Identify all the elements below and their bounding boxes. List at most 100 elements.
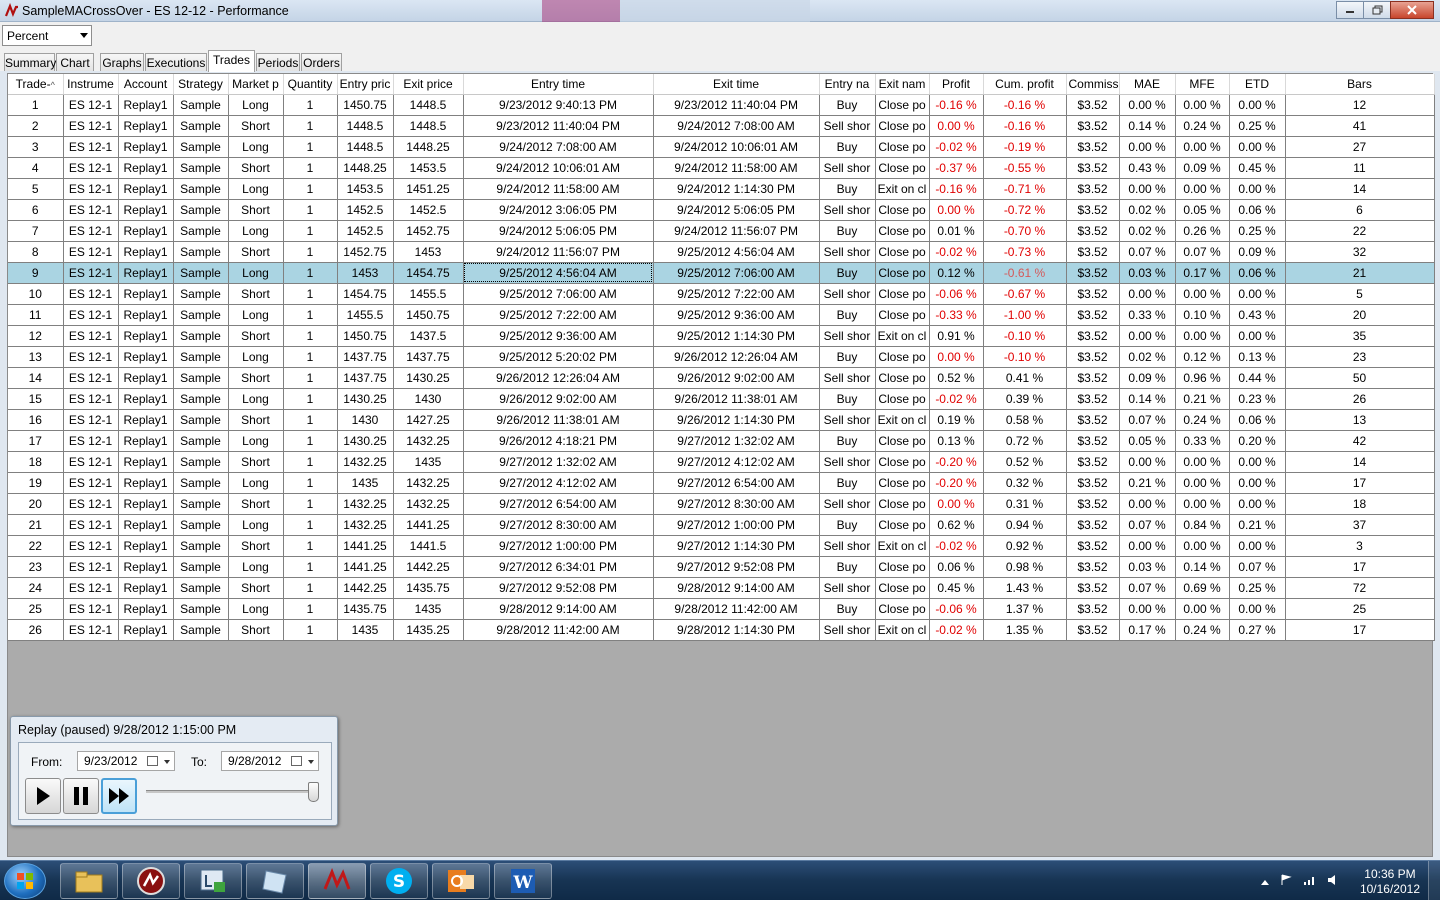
table-cell[interactable]: 1455.5 bbox=[393, 283, 464, 305]
table-cell[interactable]: 41 bbox=[1285, 115, 1435, 137]
table-cell[interactable]: 1435 bbox=[337, 619, 394, 641]
table-cell[interactable]: Close po bbox=[875, 472, 930, 494]
column-header[interactable]: MAE bbox=[1119, 74, 1176, 95]
table-cell[interactable]: ES 12-1 bbox=[63, 409, 119, 431]
table-cell[interactable]: ES 12-1 bbox=[63, 514, 119, 536]
table-cell[interactable]: 1435 bbox=[337, 472, 394, 494]
table-cell[interactable]: -0.10 % bbox=[983, 325, 1067, 347]
table-cell[interactable]: 23 bbox=[1285, 346, 1435, 368]
table-cell[interactable]: 1441.25 bbox=[393, 514, 464, 536]
table-cell[interactable]: Buy bbox=[819, 94, 876, 116]
table-cell[interactable]: $3.52 bbox=[1066, 115, 1120, 137]
table-cell[interactable]: $3.52 bbox=[1066, 346, 1120, 368]
column-header[interactable]: MFE bbox=[1175, 74, 1230, 95]
table-cell[interactable]: Sell shor bbox=[819, 535, 876, 557]
table-cell[interactable]: 1437.5 bbox=[393, 325, 464, 347]
play-button[interactable] bbox=[25, 778, 61, 814]
table-cell[interactable]: 0.84 % bbox=[1175, 514, 1230, 536]
table-cell[interactable]: Replay1 bbox=[118, 157, 174, 179]
table-cell[interactable]: 1430 bbox=[393, 388, 464, 410]
table-cell[interactable]: Sell shor bbox=[819, 283, 876, 305]
table-cell[interactable]: Sample bbox=[173, 430, 229, 452]
table-cell[interactable]: 0.33 % bbox=[1175, 430, 1230, 452]
table-cell[interactable]: Sample bbox=[173, 115, 229, 137]
table-cell[interactable]: Close po bbox=[875, 451, 930, 473]
table-cell[interactable]: 9/28/2012 9:14:00 AM bbox=[653, 577, 820, 599]
table-cell[interactable]: Close po bbox=[875, 157, 930, 179]
table-cell[interactable]: 9/24/2012 10:06:01 AM bbox=[463, 157, 654, 179]
table-cell[interactable]: 9/26/2012 4:18:21 PM bbox=[463, 430, 654, 452]
taskbar-skype[interactable]: S bbox=[370, 863, 428, 899]
table-cell[interactable]: Replay1 bbox=[118, 304, 174, 326]
table-cell[interactable]: 1432.25 bbox=[393, 493, 464, 515]
table-cell[interactable]: Exit on cl bbox=[875, 409, 930, 431]
table-cell[interactable]: Sample bbox=[173, 388, 229, 410]
table-cell[interactable]: 9/27/2012 4:12:02 AM bbox=[653, 451, 820, 473]
table-cell[interactable]: 1448.5 bbox=[337, 136, 394, 158]
table-cell[interactable]: $3.52 bbox=[1066, 514, 1120, 536]
table-cell[interactable]: 0.12 % bbox=[929, 262, 984, 284]
table-cell[interactable]: 0.00 % bbox=[929, 115, 984, 137]
table-cell[interactable]: 1437.75 bbox=[337, 346, 394, 368]
table-cell[interactable]: Exit on cl bbox=[875, 178, 930, 200]
table-cell[interactable]: ES 12-1 bbox=[63, 199, 119, 221]
table-cell[interactable]: 1 bbox=[283, 136, 338, 158]
table-cell[interactable]: 1 bbox=[283, 388, 338, 410]
taskbar-word[interactable]: W bbox=[494, 863, 552, 899]
table-cell[interactable]: 0.00 % bbox=[1229, 598, 1286, 620]
table-cell[interactable]: 9/26/2012 9:02:00 AM bbox=[463, 388, 654, 410]
table-cell[interactable]: 0.24 % bbox=[1175, 619, 1230, 641]
table-cell[interactable]: 1.35 % bbox=[983, 619, 1067, 641]
table-cell[interactable]: 0.06 % bbox=[1229, 199, 1286, 221]
table-cell[interactable]: ES 12-1 bbox=[63, 304, 119, 326]
column-header[interactable]: Entry na bbox=[819, 74, 876, 95]
table-cell[interactable]: $3.52 bbox=[1066, 493, 1120, 515]
table-cell[interactable]: Sample bbox=[173, 178, 229, 200]
table-cell[interactable]: 1 bbox=[283, 346, 338, 368]
table-cell[interactable]: Short bbox=[228, 367, 284, 389]
table-cell[interactable]: 9/28/2012 1:14:30 PM bbox=[653, 619, 820, 641]
table-cell[interactable]: 9/28/2012 11:42:00 AM bbox=[653, 598, 820, 620]
table-cell[interactable]: Short bbox=[228, 325, 284, 347]
table-cell[interactable]: 0.06 % bbox=[1229, 262, 1286, 284]
table-cell[interactable]: 0.00 % bbox=[1229, 472, 1286, 494]
table-cell[interactable]: 9/26/2012 11:38:01 AM bbox=[653, 388, 820, 410]
table-cell[interactable]: 0.00 % bbox=[1229, 283, 1286, 305]
table-cell[interactable]: Long bbox=[228, 430, 284, 452]
table-cell[interactable]: Sell shor bbox=[819, 367, 876, 389]
table-cell[interactable]: 0.00 % bbox=[929, 199, 984, 221]
column-header[interactable]: Profit bbox=[929, 74, 984, 95]
table-cell[interactable]: $3.52 bbox=[1066, 388, 1120, 410]
table-cell[interactable]: 0.94 % bbox=[983, 514, 1067, 536]
column-header[interactable]: Strategy bbox=[173, 74, 229, 95]
tray-icons[interactable] bbox=[1260, 874, 1341, 889]
table-cell[interactable]: Replay1 bbox=[118, 346, 174, 368]
tab-graphs[interactable]: Graphs bbox=[100, 53, 144, 71]
table-cell[interactable]: 1 bbox=[283, 283, 338, 305]
table-cell[interactable]: 14 bbox=[1285, 178, 1435, 200]
table-cell[interactable]: 50 bbox=[1285, 367, 1435, 389]
table-cell[interactable]: $3.52 bbox=[1066, 556, 1120, 578]
table-cell[interactable]: Replay1 bbox=[118, 178, 174, 200]
table-cell[interactable]: Sample bbox=[173, 493, 229, 515]
column-header[interactable]: Bars bbox=[1285, 74, 1435, 95]
table-cell[interactable]: 0.98 % bbox=[983, 556, 1067, 578]
table-cell[interactable]: 5 bbox=[8, 178, 64, 200]
table-cell[interactable]: Buy bbox=[819, 136, 876, 158]
table-cell[interactable]: 1437.75 bbox=[337, 367, 394, 389]
table-cell[interactable]: Close po bbox=[875, 115, 930, 137]
table-cell[interactable]: Sample bbox=[173, 325, 229, 347]
table-cell[interactable]: 1 bbox=[283, 199, 338, 221]
table-cell[interactable]: 0.00 % bbox=[1119, 178, 1176, 200]
table-cell[interactable]: 1452.5 bbox=[337, 199, 394, 221]
table-cell[interactable]: 1 bbox=[283, 451, 338, 473]
table-cell[interactable]: 0.00 % bbox=[1229, 451, 1286, 473]
table-cell[interactable]: 1 bbox=[283, 619, 338, 641]
table-cell[interactable]: 0.25 % bbox=[1229, 115, 1286, 137]
table-cell[interactable]: ES 12-1 bbox=[63, 325, 119, 347]
table-cell[interactable]: Buy bbox=[819, 388, 876, 410]
table-cell[interactable]: ES 12-1 bbox=[63, 556, 119, 578]
table-cell[interactable]: Sample bbox=[173, 472, 229, 494]
table-row[interactable]: 23 ES 12-1 Replay1 Sample Long 1 1441.25 1442.2… bbox=[8, 556, 1435, 578]
table-row[interactable]: 22 ES 12-1 Replay1 Sample Short 1 1441.25 1441.… bbox=[8, 535, 1435, 557]
